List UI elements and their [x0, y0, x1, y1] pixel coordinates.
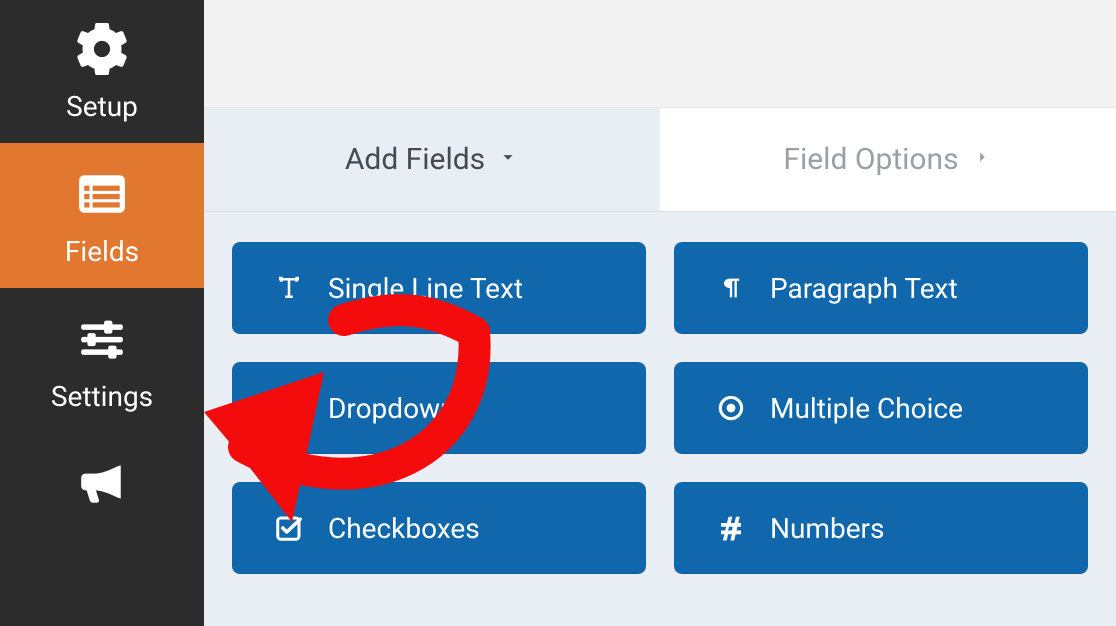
field-multiple-choice[interactable]: Multiple Choice	[674, 362, 1088, 454]
hash-icon	[714, 511, 748, 545]
gear-icon	[72, 22, 132, 76]
megaphone-icon	[72, 457, 132, 511]
sidebar-item-setup[interactable]: Setup	[0, 0, 204, 143]
field-grid: Single Line Text Paragraph Text Dropdown…	[232, 242, 1088, 574]
sidebar-item-fields[interactable]: Fields	[0, 143, 204, 288]
field-single-line-text[interactable]: Single Line Text	[232, 242, 646, 334]
sidebar-item-settings[interactable]: Settings	[0, 288, 204, 433]
sidebar-label-setup: Setup	[66, 90, 138, 123]
tab-add-label: Add Fields	[345, 142, 485, 177]
radio-icon	[714, 391, 748, 425]
tab-field-options[interactable]: Field Options	[660, 108, 1116, 211]
panel-tabs: Add Fields Field Options	[204, 108, 1116, 212]
sliders-icon	[72, 312, 132, 366]
fields-icon	[72, 167, 132, 221]
tab-add-fields[interactable]: Add Fields	[204, 108, 660, 211]
field-numbers[interactable]: Numbers	[674, 482, 1088, 574]
dropdown-icon	[272, 391, 306, 425]
sidebar-item-marketing[interactable]	[0, 433, 204, 511]
pilcrow-icon	[714, 271, 748, 305]
text-input-icon	[272, 271, 306, 305]
field-panel: Single Line Text Paragraph Text Dropdown…	[204, 212, 1116, 626]
field-label: Single Line Text	[328, 272, 523, 305]
field-label: Dropdown	[328, 392, 456, 425]
sidebar: Setup Fields Settings	[0, 0, 204, 626]
field-checkboxes[interactable]: Checkboxes	[232, 482, 646, 574]
field-label: Paragraph Text	[770, 272, 958, 305]
field-label: Multiple Choice	[770, 392, 963, 425]
checkbox-icon	[272, 511, 306, 545]
field-label: Checkboxes	[328, 512, 480, 545]
chevron-down-icon	[497, 145, 519, 175]
field-dropdown[interactable]: Dropdown	[232, 362, 646, 454]
main-area: Add Fields Field Options Single Line Tex…	[204, 0, 1116, 626]
field-paragraph-text[interactable]: Paragraph Text	[674, 242, 1088, 334]
top-bar	[204, 0, 1116, 108]
sidebar-label-settings: Settings	[51, 380, 153, 413]
tab-options-label: Field Options	[783, 142, 958, 177]
field-label: Numbers	[770, 512, 884, 545]
sidebar-label-fields: Fields	[65, 235, 139, 268]
chevron-right-icon	[971, 145, 993, 175]
